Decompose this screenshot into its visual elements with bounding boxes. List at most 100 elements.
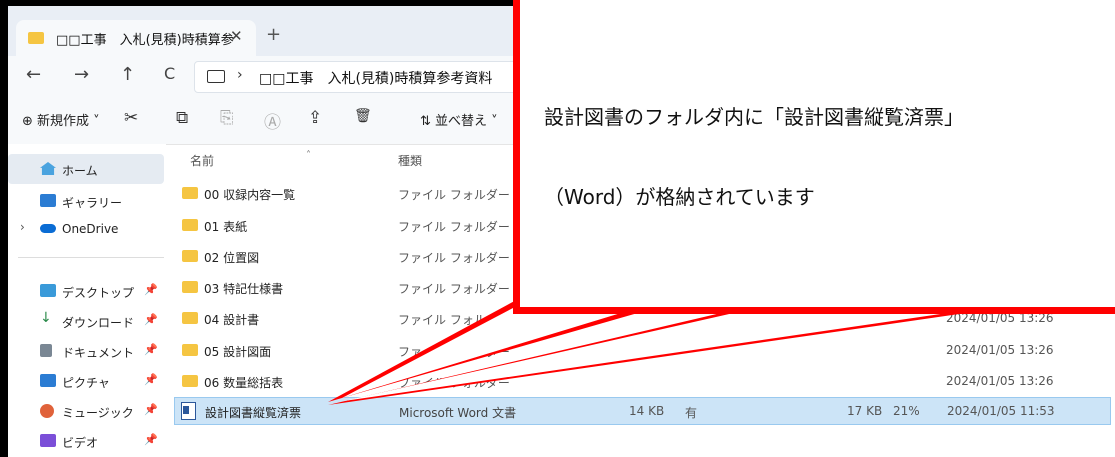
forward-icon[interactable]: → — [74, 64, 89, 85]
sidebar-divider — [18, 257, 164, 258]
folder-icon — [28, 32, 44, 44]
pin-icon[interactable]: 📌 — [144, 403, 158, 416]
sidebar-item-label: ビデオ — [62, 436, 99, 450]
sidebar-item-home[interactable]: ホーム — [8, 154, 164, 184]
file-name: 01 表紙 — [204, 220, 248, 234]
paste-icon[interactable]: ⎘ — [220, 108, 234, 128]
window-frame-left — [0, 0, 8, 457]
file-type: ファイル フォルダー — [398, 313, 510, 327]
music-icon — [40, 404, 54, 418]
file-name: 06 数量総括表 — [204, 376, 284, 390]
tab-folder[interactable]: □□工事 入札(見積)時積算参 ✕ — [16, 20, 256, 56]
file-name: 02 位置図 — [204, 251, 260, 265]
file-name: 00 収録内容一覧 — [204, 188, 296, 202]
folder-icon — [182, 375, 198, 387]
callout-text-line1: 設計図書のフォルダ内に「設計図書縦覧済票」 — [544, 105, 964, 129]
column-header-label: 名前 — [190, 154, 215, 168]
folder-icon — [182, 344, 198, 356]
sidebar-item-videos[interactable]: ビデオ 📌 — [8, 426, 164, 456]
folder-icon — [182, 281, 198, 293]
file-name: 03 特記仕様書 — [204, 282, 284, 296]
file-type: ファイル フォルダー — [398, 345, 510, 359]
sidebar-item-label: デスクトップ — [62, 286, 135, 300]
close-tab-icon[interactable]: ✕ — [230, 27, 243, 45]
sidebar-item-music[interactable]: ミュージック 📌 — [8, 396, 164, 426]
word-document-icon — [181, 402, 196, 420]
cut-icon[interactable]: ✂ — [124, 108, 138, 128]
back-icon[interactable]: ← — [26, 64, 41, 85]
pc-icon — [207, 70, 225, 83]
file-type: ファイル フォルダー — [398, 188, 510, 202]
file-name: 04 設計書 — [204, 313, 260, 327]
download-icon: ↓ — [40, 310, 52, 326]
address-bar[interactable]: › □□工事 入札(見積)時積算参考資料 — [194, 61, 536, 93]
share-icon[interactable]: ⇪ — [308, 108, 322, 128]
sidebar-item-label: OneDrive — [62, 222, 119, 236]
folder-icon — [182, 312, 198, 324]
sidebar-item-label: ホーム — [62, 164, 98, 178]
cloud-icon — [40, 224, 56, 233]
list-item[interactable]: 06 数量総括表 ファイル フォルダー 2024/01/05 13:26 — [174, 368, 1109, 394]
sidebar-item-desktop[interactable]: デスクトップ 📌 — [8, 276, 164, 306]
file-type: ファイル フォルダー — [398, 282, 510, 296]
column-header-name[interactable]: 名前 ˄ — [190, 150, 311, 169]
sidebar-item-onedrive[interactable]: › OneDrive — [8, 214, 164, 244]
copy-icon[interactable]: ⧉ — [176, 108, 188, 128]
list-item[interactable]: 05 設計図面 ファイル フォルダー 2024/01/05 13:26 — [174, 337, 1109, 363]
compression-ratio: 21% — [893, 404, 920, 418]
home-icon — [40, 162, 56, 175]
breadcrumb-path[interactable]: □□工事 入札(見積)時積算参考資料 — [259, 68, 492, 88]
protected-flag: 有 — [685, 406, 698, 420]
expand-chevron-icon[interactable]: › — [20, 220, 25, 234]
callout-text-line2: （Word）が格納されています — [544, 185, 815, 209]
file-name: 05 設計図面 — [204, 345, 272, 359]
pin-icon[interactable]: 📌 — [144, 313, 158, 326]
file-type: ファイル フォルダー — [398, 220, 510, 234]
column-header-type[interactable]: 種類 — [398, 152, 422, 169]
delete-icon[interactable]: 🗑 — [354, 108, 372, 124]
file-type: ファイル フォルダー — [398, 376, 510, 390]
pin-icon[interactable]: 📌 — [144, 343, 158, 356]
folder-icon — [182, 187, 198, 199]
rename-icon[interactable]: Ⓐ — [264, 108, 281, 133]
pictures-icon — [40, 374, 56, 387]
sidebar-item-label: ミュージック — [62, 406, 134, 420]
file-name: 設計図書縦覧済票 — [205, 406, 302, 420]
sidebar-item-gallery[interactable]: ギャラリー — [8, 186, 164, 216]
file-size: 14 KB — [629, 404, 665, 418]
navigation-pane: ホーム ギャラリー › OneDrive デスクトップ 📌 ↓ ダウンロード 📌… — [8, 144, 166, 457]
compressed-size: 17 KB — [847, 404, 883, 418]
desktop-icon — [40, 284, 56, 297]
file-date: 2024/01/05 11:53 — [947, 404, 1055, 418]
annotation-callout: 設計図書のフォルダ内に「設計図書縦覧済票」 （Word）が格納されています — [513, 0, 1115, 314]
refresh-icon[interactable]: C — [164, 64, 175, 83]
video-icon — [40, 434, 56, 447]
file-type: ファイル フォルダー — [398, 251, 510, 265]
gallery-icon — [40, 194, 56, 207]
pin-icon[interactable]: 📌 — [144, 433, 158, 446]
file-date: 2024/01/05 13:26 — [946, 343, 1054, 357]
up-icon[interactable]: ↑ — [120, 64, 135, 85]
sort-button[interactable]: ⇅ 並べ替え ˅ — [420, 110, 498, 129]
file-type: Microsoft Word 文書 — [399, 406, 517, 420]
sidebar-item-label: ピクチャ — [62, 376, 110, 390]
breadcrumb-separator: › — [237, 67, 243, 83]
new-tab-button[interactable]: + — [266, 24, 281, 45]
document-icon — [40, 344, 52, 357]
folder-icon — [182, 250, 198, 262]
folder-icon — [182, 219, 198, 231]
sidebar-item-documents[interactable]: ドキュメント 📌 — [8, 336, 164, 366]
sidebar-item-label: ダウンロード — [62, 316, 135, 330]
sidebar-item-pictures[interactable]: ピクチャ 📌 — [8, 366, 164, 396]
sidebar-item-downloads[interactable]: ↓ ダウンロード 📌 — [8, 306, 164, 336]
pin-icon[interactable]: 📌 — [144, 373, 158, 386]
selected-file-row[interactable]: 設計図書縦覧済票 Microsoft Word 文書 14 KB 有 17 KB… — [174, 397, 1111, 425]
file-date: 2024/01/05 13:26 — [946, 374, 1054, 388]
sort-ascending-icon: ˄ — [306, 150, 311, 161]
tab-title: □□工事 入札(見積)時積算参 — [56, 33, 234, 48]
explorer-window: □□工事 入札(見積)時積算参 ✕ + ← → ↑ C › □□工事 入札(見積… — [0, 0, 1115, 457]
new-button[interactable]: ⊕ 新規作成 ˅ — [22, 110, 100, 129]
sidebar-item-label: ギャラリー — [62, 196, 123, 210]
sidebar-item-label: ドキュメント — [62, 346, 135, 360]
pin-icon[interactable]: 📌 — [144, 283, 158, 296]
